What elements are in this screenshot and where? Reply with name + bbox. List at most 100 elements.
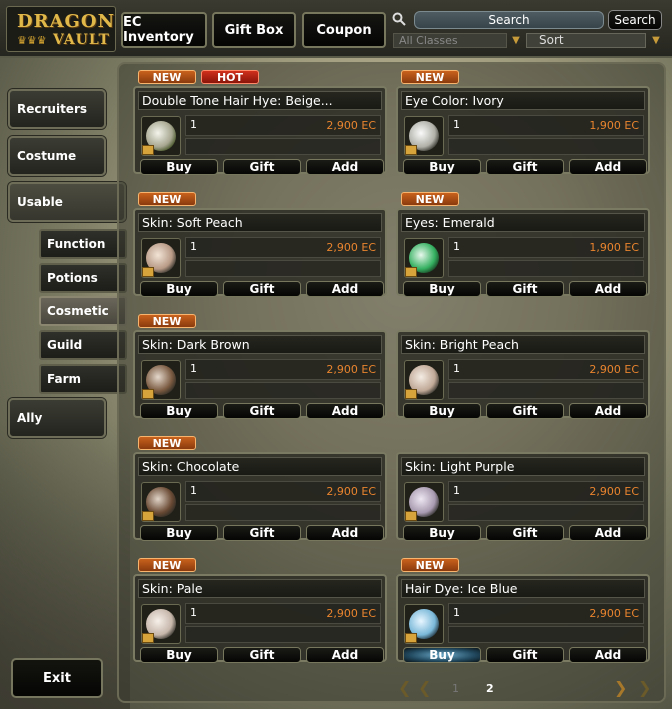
- item-name: Hair Dye: Ice Blue: [401, 579, 645, 598]
- sidebar-item-costume[interactable]: Costume: [8, 136, 106, 176]
- buy-button[interactable]: Buy: [403, 403, 481, 419]
- buy-button[interactable]: Buy: [403, 647, 481, 663]
- gift-icon: [405, 389, 417, 399]
- item-name: Double Tone Hair Hye: Beige...: [138, 91, 382, 110]
- add-button[interactable]: Add: [306, 403, 384, 419]
- prev-page-icon[interactable]: ❮: [418, 678, 431, 697]
- item-info-row2: [185, 138, 381, 155]
- chevron-down-icon[interactable]: ▼: [509, 33, 523, 48]
- sort-dropdown[interactable]: Sort: [526, 33, 646, 48]
- add-button[interactable]: Add: [569, 281, 647, 297]
- gift-icon: [142, 267, 154, 277]
- add-button[interactable]: Add: [306, 281, 384, 297]
- new-badge: NEW: [401, 70, 459, 84]
- item-info-row2: [448, 504, 644, 521]
- sidebar-item-potions[interactable]: Potions: [39, 263, 127, 293]
- item-icon: [141, 482, 181, 522]
- gift-icon: [405, 267, 417, 277]
- buy-button[interactable]: Buy: [403, 159, 481, 175]
- page-1-link[interactable]: 1: [452, 682, 459, 695]
- add-button[interactable]: Add: [569, 403, 647, 419]
- sidebar-item-ally[interactable]: Ally: [8, 398, 106, 438]
- gift-button[interactable]: Gift: [223, 525, 301, 541]
- item-price: 2,900 EC: [326, 119, 376, 132]
- item-quantity: 1: [190, 606, 197, 619]
- buy-button[interactable]: Buy: [140, 281, 218, 297]
- gift-button[interactable]: Gift: [223, 403, 301, 419]
- buy-button[interactable]: Buy: [140, 403, 218, 419]
- page-2-link[interactable]: 2: [486, 682, 494, 695]
- top-bar: DRAGON ♛♛♛ VAULT EC Inventory Gift Box C…: [0, 0, 672, 58]
- gift-button[interactable]: Gift: [486, 281, 564, 297]
- first-page-icon[interactable]: ❮: [398, 678, 411, 697]
- item-icon: [404, 116, 444, 156]
- search-input[interactable]: Search: [414, 11, 604, 29]
- last-page-icon[interactable]: ❯: [638, 678, 651, 697]
- item-price: 2,900 EC: [326, 485, 376, 498]
- buy-button[interactable]: Buy: [403, 281, 481, 297]
- item-info-row2: [185, 626, 381, 643]
- item-name: Skin: Soft Peach: [138, 213, 382, 232]
- item-icon: [404, 360, 444, 400]
- item-name: Skin: Bright Peach: [401, 335, 645, 354]
- item-card: Eye Color: Ivory 1 1,900 EC Buy Gift Add: [396, 86, 650, 175]
- gift-icon: [142, 145, 154, 155]
- search-button[interactable]: Search: [608, 10, 662, 30]
- gift-icon: [405, 633, 417, 643]
- sidebar-item-guild[interactable]: Guild: [39, 330, 127, 360]
- add-button[interactable]: Add: [306, 159, 384, 175]
- class-filter-dropdown[interactable]: All Classes: [393, 33, 507, 48]
- add-button[interactable]: Add: [306, 525, 384, 541]
- gift-box-button[interactable]: Gift Box: [212, 12, 296, 48]
- sidebar-item-usable[interactable]: Usable: [8, 182, 126, 222]
- coupon-button[interactable]: Coupon: [302, 12, 386, 48]
- ec-inventory-button[interactable]: EC Inventory: [121, 12, 207, 48]
- add-button[interactable]: Add: [569, 647, 647, 663]
- item-icon: [141, 604, 181, 644]
- gift-button[interactable]: Gift: [486, 403, 564, 419]
- add-button[interactable]: Add: [569, 525, 647, 541]
- logo-line2: VAULT: [53, 32, 110, 48]
- item-info-row2: [448, 260, 644, 277]
- sidebar-item-cosmetic[interactable]: Cosmetic: [39, 296, 127, 326]
- item-info-row: 1 1,900 EC: [448, 115, 644, 136]
- gift-button[interactable]: Gift: [486, 525, 564, 541]
- item-info-row: 1 2,900 EC: [185, 481, 381, 502]
- item-info-row: 1 2,900 EC: [448, 603, 644, 624]
- exit-button[interactable]: Exit: [11, 658, 103, 698]
- crown-icon: ♛♛♛: [17, 34, 47, 47]
- item-info-row2: [185, 382, 381, 399]
- chevron-down-icon[interactable]: ▼: [649, 33, 663, 48]
- add-button[interactable]: Add: [569, 159, 647, 175]
- new-badge: NEW: [138, 436, 196, 450]
- gift-button[interactable]: Gift: [223, 647, 301, 663]
- buy-button[interactable]: Buy: [140, 525, 218, 541]
- add-button[interactable]: Add: [306, 647, 384, 663]
- gift-button[interactable]: Gift: [223, 281, 301, 297]
- buy-button[interactable]: Buy: [140, 159, 218, 175]
- item-quantity: 1: [453, 118, 460, 131]
- sidebar-item-recruiters[interactable]: Recruiters: [8, 89, 106, 129]
- item-name: Skin: Pale: [138, 579, 382, 598]
- next-page-icon[interactable]: ❯: [614, 678, 627, 697]
- sidebar-item-farm[interactable]: Farm: [39, 364, 127, 394]
- item-price: 1,900 EC: [589, 119, 639, 132]
- item-quantity: 1: [453, 240, 460, 253]
- sidebar-item-function[interactable]: Function: [39, 229, 127, 259]
- item-price: 1,900 EC: [589, 241, 639, 254]
- gift-button[interactable]: Gift: [486, 647, 564, 663]
- dragon-vault-logo: DRAGON ♛♛♛ VAULT: [6, 6, 116, 52]
- item-quantity: 1: [190, 118, 197, 131]
- item-info-row2: [185, 504, 381, 521]
- gift-button[interactable]: Gift: [486, 159, 564, 175]
- item-card: Hair Dye: Ice Blue 1 2,900 EC Buy Gift Add: [396, 574, 650, 663]
- item-info-row: 1 2,900 EC: [185, 603, 381, 624]
- item-info-row2: [448, 382, 644, 399]
- item-quantity: 1: [453, 362, 460, 375]
- new-badge: NEW: [138, 192, 196, 206]
- buy-button[interactable]: Buy: [140, 647, 218, 663]
- item-info-row2: [448, 138, 644, 155]
- buy-button[interactable]: Buy: [403, 525, 481, 541]
- gift-button[interactable]: Gift: [223, 159, 301, 175]
- item-card: Skin: Chocolate 1 2,900 EC Buy Gift Add: [133, 452, 387, 541]
